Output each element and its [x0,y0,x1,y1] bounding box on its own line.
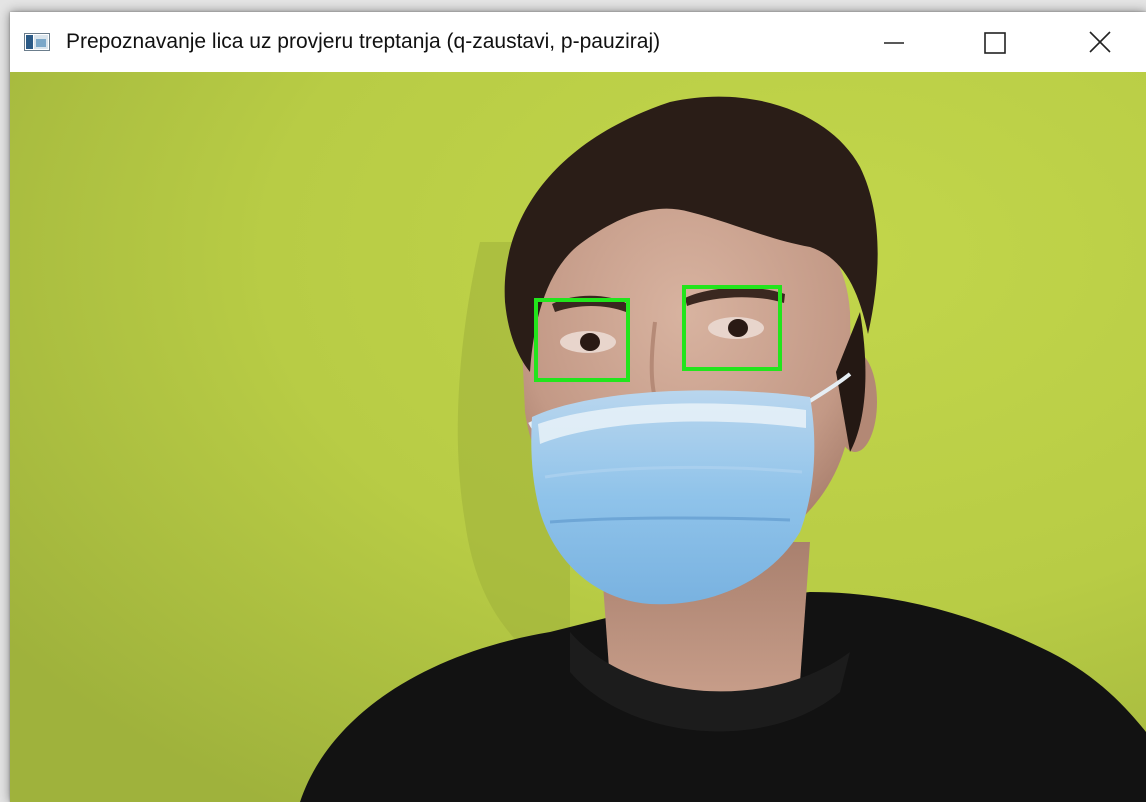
minimize-button[interactable] [852,12,928,72]
title-bar[interactable]: Prepoznavanje lica uz provjeru treptanja… [10,12,1146,72]
right-iris [728,319,748,337]
maximize-icon [984,32,1006,54]
app-icon [24,33,50,51]
close-button[interactable] [1062,12,1138,72]
close-icon [1089,31,1111,53]
webcam-video-feed [10,72,1146,802]
maximize-button[interactable] [956,12,1032,72]
webcam-frame [10,72,1146,802]
minimize-icon [884,42,904,44]
window-title: Prepoznavanje lica uz provjeru treptanja… [66,30,661,53]
app-window: Prepoznavanje lica uz provjeru treptanja… [10,12,1146,802]
left-iris [580,333,600,351]
